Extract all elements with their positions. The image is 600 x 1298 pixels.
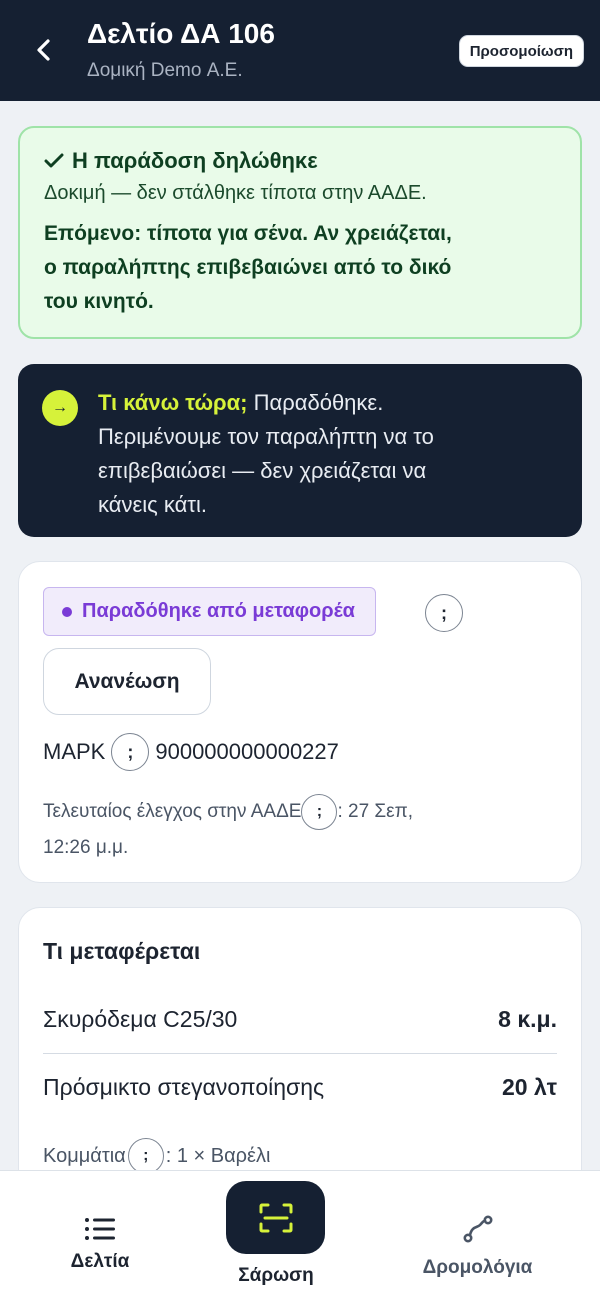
last-check-label: Τελευταίος έλεγχος στην ΑΑΔΕ bbox=[43, 801, 302, 823]
next-step-text: Επόμενο: τίποτα για σένα. Αν χρειάζεται,… bbox=[44, 217, 556, 319]
back-arrow-icon bbox=[37, 39, 50, 61]
pieces-label: Κομμάτια bbox=[43, 1144, 126, 1167]
status-dot bbox=[62, 606, 72, 617]
nav-deltia[interactable]: Δελτία bbox=[55, 1217, 145, 1273]
mark-help-button[interactable]: ; bbox=[111, 733, 150, 771]
divider bbox=[43, 1053, 557, 1054]
success-title-row: Η παράδοση δηλώθηκε bbox=[44, 148, 556, 174]
what-now-line: Περιμένουμε τον παραλήπτη να το bbox=[98, 424, 434, 449]
what-now-line: επιβεβαιώσει — δεν χρειάζεται να bbox=[98, 458, 427, 483]
app-header: Δελτίο ΔΑ 106 Δομική Demo Α.Ε. Προσομοίω… bbox=[0, 0, 600, 101]
back-button[interactable] bbox=[28, 34, 60, 66]
what-now-emphasis: Τι κάνω τώρα; bbox=[98, 390, 248, 415]
nav-deltia-label: Δελτία bbox=[70, 1251, 130, 1272]
item-qty: 20 λτ bbox=[501, 1074, 557, 1100]
items-title: Τι μεταφέρεται bbox=[43, 938, 201, 964]
route-icon bbox=[462, 1215, 492, 1243]
what-now-line: κάνεις κάτι. bbox=[98, 492, 208, 517]
what-now-line: Παραδόθηκε. bbox=[247, 390, 384, 415]
next-step-line: ο παραλήπτης επιβεβαιώνει από το δικό bbox=[44, 256, 452, 279]
bottom-nav: Δελτία Σάρωση Δρομολόγια bbox=[0, 1170, 600, 1298]
nav-routes[interactable]: Δρομολόγια bbox=[410, 1215, 545, 1279]
checkmark-icon bbox=[44, 153, 64, 168]
last-check-time: 12:26 μ.μ. bbox=[43, 837, 129, 859]
nav-routes-label: Δρομολόγια bbox=[422, 1257, 533, 1278]
pieces-row: Κομμάτια ; : 1 × Βαρέλι bbox=[43, 1138, 270, 1174]
pieces-help-button[interactable]: ; bbox=[127, 1138, 164, 1174]
list-icon bbox=[85, 1218, 115, 1240]
refresh-button[interactable]: Ανανέωση bbox=[43, 648, 211, 715]
mark-value: 900000000000227 bbox=[155, 739, 339, 764]
page-title: Δελτίο ΔΑ 106 bbox=[87, 18, 275, 49]
item-name: Πρόσμικτο στεγανοποίησης bbox=[43, 1074, 325, 1100]
items-card: Τι μεταφέρεται Σκυρόδεμα C25/30 8 κ.μ. Π… bbox=[18, 907, 582, 1207]
status-help-button[interactable]: ; bbox=[425, 594, 463, 632]
company-name: Δομική Demo Α.Ε. bbox=[87, 60, 243, 81]
success-title: Η παράδοση δηλώθηκε bbox=[72, 148, 318, 173]
arrow-right-icon: → bbox=[42, 390, 78, 426]
item-name: Σκυρόδεμα C25/30 bbox=[43, 1006, 238, 1032]
what-now-card: → Τι κάνω τώρα; Παραδόθηκε. Περιμένουμε … bbox=[18, 364, 582, 537]
next-step-line: Επόμενο: τίποτα για σένα. Αν χρειάζεται, bbox=[44, 222, 452, 245]
pieces-value: : 1 × Βαρέλι bbox=[165, 1144, 271, 1167]
status-badge: Παραδόθηκε από μεταφορέα bbox=[43, 587, 376, 636]
next-step-line: του κινητό. bbox=[44, 290, 154, 313]
list-item: Σκυρόδεμα C25/30 8 κ.μ. bbox=[43, 1006, 557, 1033]
success-subtitle: Δοκιμή — δεν στάλθηκε τίποτα στην ΑΑΔΕ. bbox=[44, 182, 427, 204]
item-qty: 8 κ.μ. bbox=[498, 1006, 557, 1032]
success-banner: Η παράδοση δηλώθηκε Δοκιμή — δεν στάλθηκ… bbox=[18, 126, 582, 339]
last-check-help-button[interactable]: ; bbox=[301, 794, 338, 830]
what-now-text: Τι κάνω τώρα; Παραδόθηκε. Περιμένουμε το… bbox=[98, 386, 554, 522]
status-label: Παραδόθηκε από μεταφορέα bbox=[82, 600, 355, 622]
last-check-text: Τελευταίος έλεγχος στην ΑΑΔΕ;: 27 Σεπ, 1… bbox=[43, 794, 543, 866]
scan-button[interactable] bbox=[226, 1181, 325, 1254]
nav-scan-label[interactable]: Σάρωση bbox=[226, 1265, 326, 1287]
list-item: Πρόσμικτο στεγανοποίησης 20 λτ bbox=[43, 1074, 557, 1101]
scan-icon bbox=[259, 1203, 292, 1232]
last-check-value: : 27 Σεπ, bbox=[337, 801, 414, 823]
status-card: Παραδόθηκε από μεταφορέα ; Ανανέωση ΜΑΡΚ… bbox=[18, 561, 582, 883]
mark-row: ΜΑΡΚ ; 900000000000227 bbox=[43, 733, 339, 771]
mark-label: ΜΑΡΚ bbox=[43, 739, 106, 764]
simulation-button[interactable]: Προσομοίωση bbox=[458, 35, 584, 67]
